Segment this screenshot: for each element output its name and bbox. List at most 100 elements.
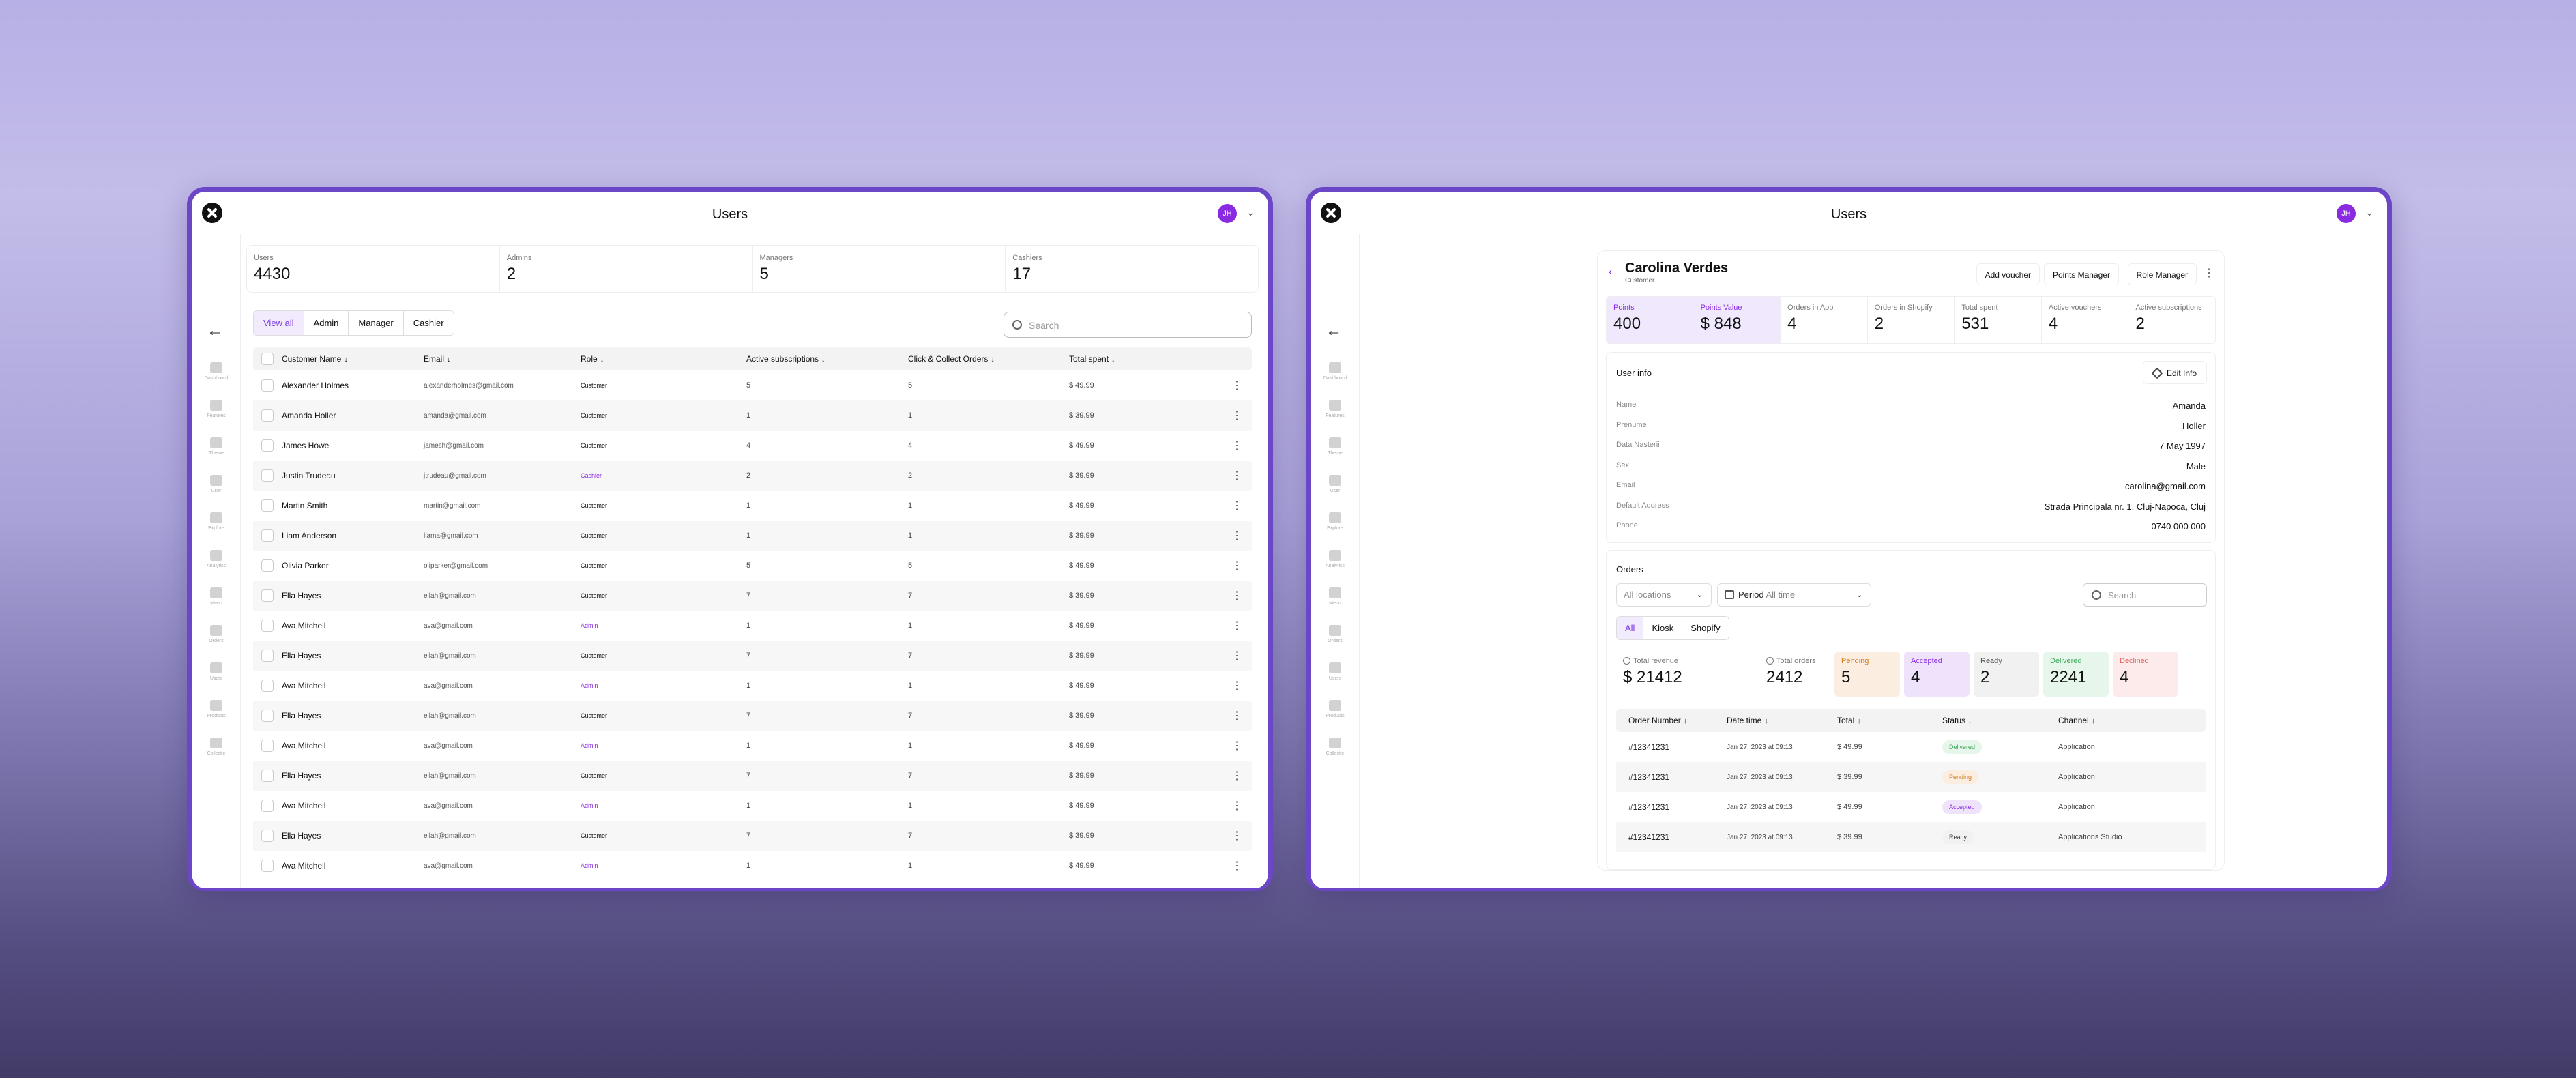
col-date-time[interactable]: Date time ↓ bbox=[1727, 716, 1837, 725]
more-vertical-icon[interactable]: ⋮ bbox=[1231, 379, 1242, 392]
more-vertical-icon[interactable]: ⋮ bbox=[1231, 739, 1242, 753]
row-checkbox[interactable] bbox=[261, 680, 274, 692]
sidebar-item-products[interactable]: Products bbox=[1315, 700, 1356, 718]
col-email[interactable]: Email ↓ bbox=[424, 354, 581, 364]
period-select[interactable]: Period All time ⌄ bbox=[1717, 583, 1871, 607]
row-checkbox[interactable] bbox=[261, 499, 274, 512]
sidebar-item-orders[interactable]: Orders bbox=[1315, 625, 1356, 643]
table-row[interactable]: Ava Mitchell ava@gmail.com Admin 1 1 $ 49.99 ⋮ bbox=[253, 791, 1252, 821]
more-vertical-icon[interactable]: ⋮ bbox=[1231, 709, 1242, 723]
sidebar-item-dashboard[interactable]: Dashboard bbox=[1315, 362, 1356, 381]
tab-cashier[interactable]: Cashier bbox=[404, 311, 454, 335]
more-vertical-icon[interactable]: ⋮ bbox=[1231, 619, 1242, 632]
back-arrow-icon[interactable]: ← bbox=[207, 321, 223, 340]
tab-all[interactable]: All bbox=[1617, 617, 1644, 639]
col-order-number[interactable]: Order Number ↓ bbox=[1616, 716, 1727, 725]
sidebar-item-user[interactable]: User bbox=[1315, 475, 1356, 493]
order-row[interactable]: #12341231 Jan 27, 2023 at 09:13 $ 49.99 Acc… bbox=[1616, 792, 2206, 822]
edit-info-button[interactable]: Edit Info bbox=[2142, 361, 2207, 384]
row-checkbox[interactable] bbox=[261, 830, 274, 842]
more-vertical-icon[interactable]: ⋮ bbox=[1231, 409, 1242, 422]
chevron-down-icon[interactable]: ⌄ bbox=[1246, 207, 1255, 218]
tab-manager[interactable]: Manager bbox=[349, 311, 404, 335]
col-total-spent[interactable]: Total spent ↓ bbox=[1069, 354, 1205, 364]
more-vertical-icon[interactable]: ⋮ bbox=[1231, 439, 1242, 452]
more-vertical-icon[interactable]: ⋮ bbox=[1231, 589, 1242, 602]
row-checkbox[interactable] bbox=[261, 800, 274, 812]
col-active-subscriptions[interactable]: Active subscriptions ↓ bbox=[746, 354, 908, 364]
sidebar-item-user[interactable]: User bbox=[196, 475, 237, 493]
row-checkbox[interactable] bbox=[261, 529, 274, 542]
more-vertical-icon[interactable]: ⋮ bbox=[1231, 499, 1242, 512]
back-chevron-icon[interactable]: ‹ bbox=[1609, 266, 1612, 278]
col-role[interactable]: Role ↓ bbox=[581, 354, 746, 364]
sidebar-item-dashboard[interactable]: Dashboard bbox=[196, 362, 237, 381]
chevron-down-icon[interactable]: ⌄ bbox=[2365, 207, 2373, 218]
more-vertical-icon[interactable]: ⋮ bbox=[1231, 859, 1242, 873]
row-checkbox[interactable] bbox=[261, 439, 274, 452]
table-row[interactable]: Martin Smith martin@gmail.com Customer 1 1 $ … bbox=[253, 491, 1252, 521]
table-row[interactable]: Amanda Holler amanda@gmail.com Customer 1 1 $… bbox=[253, 400, 1252, 431]
row-checkbox[interactable] bbox=[261, 409, 274, 422]
more-vertical-icon[interactable]: ⋮ bbox=[1231, 679, 1242, 693]
table-row[interactable]: Ella Hayes ellah@gmail.com Customer 7 7 $ 39.… bbox=[253, 821, 1252, 851]
row-checkbox[interactable] bbox=[261, 650, 274, 662]
table-row[interactable]: Olivia Parker oliparker@gmail.com Customer… bbox=[253, 551, 1252, 581]
sidebar-item-orders[interactable]: Orders bbox=[196, 625, 237, 643]
table-row[interactable]: Ava Mitchell ava@gmail.com Admin 1 1 $ 49.99 ⋮ bbox=[253, 671, 1252, 701]
table-row[interactable]: Ava Mitchell ava@gmail.com Admin 1 1 $ 49.99 ⋮ bbox=[253, 611, 1252, 641]
sidebar-item-features[interactable]: Features bbox=[196, 400, 237, 418]
more-vertical-icon[interactable]: ⋮ bbox=[1231, 799, 1242, 813]
more-vertical-icon[interactable]: ⋮ bbox=[1231, 559, 1242, 572]
row-checkbox[interactable] bbox=[261, 740, 274, 752]
more-vertical-icon[interactable]: ⋮ bbox=[2204, 266, 2214, 280]
sidebar-item-products[interactable]: Products bbox=[196, 700, 237, 718]
tab-kiosk[interactable]: Kiosk bbox=[1643, 617, 1683, 639]
table-row[interactable]: Ella Hayes ellah@gmail.com Customer 7 7 $ 39.… bbox=[253, 641, 1252, 671]
order-row[interactable]: #12341231 Jan 27, 2023 at 09:13 $ 39.99 Rea… bbox=[1616, 822, 2206, 852]
table-row[interactable]: Alexander Holmes alexanderholmes@gmail.co… bbox=[253, 370, 1252, 400]
more-vertical-icon[interactable]: ⋮ bbox=[1231, 529, 1242, 542]
row-checkbox[interactable] bbox=[261, 559, 274, 572]
points-manager-button[interactable]: Points Manager bbox=[2043, 263, 2119, 285]
col-click-collect[interactable]: Click & Collect Orders ↓ bbox=[908, 354, 1069, 364]
tab-admin[interactable]: Admin bbox=[304, 311, 349, 335]
table-row[interactable]: Justin Trudeau jtrudeau@gmail.com Cashier 2… bbox=[253, 461, 1252, 491]
more-vertical-icon[interactable]: ⋮ bbox=[1231, 829, 1242, 843]
orders-search-input[interactable]: Search bbox=[2083, 583, 2207, 607]
sidebar-item-explore[interactable]: Explore bbox=[196, 512, 237, 531]
sidebar-item-theme[interactable]: Theme bbox=[196, 437, 237, 456]
sidebar-item-theme[interactable]: Theme bbox=[1315, 437, 1356, 456]
row-checkbox[interactable] bbox=[261, 379, 274, 392]
table-row[interactable]: Ella Hayes ellah@gmail.com Customer 7 7 $ 39.… bbox=[253, 701, 1252, 731]
table-row[interactable]: Liam Anderson liama@gmail.com Customer 1 1 $ … bbox=[253, 521, 1252, 551]
row-checkbox[interactable] bbox=[261, 620, 274, 632]
col-channel[interactable]: Channel ↓ bbox=[2058, 716, 2095, 725]
location-select[interactable]: All locations ⌄ bbox=[1616, 583, 1712, 607]
order-row[interactable]: #12341231 Jan 27, 2023 at 09:13 $ 49.99 Del… bbox=[1616, 732, 2206, 762]
sidebar-item-analytics[interactable]: Analytics bbox=[1315, 550, 1356, 568]
row-checkbox[interactable] bbox=[261, 860, 274, 872]
col-total[interactable]: Total ↓ bbox=[1837, 716, 1942, 725]
row-checkbox[interactable] bbox=[261, 770, 274, 782]
table-row[interactable]: James Howe jamesh@gmail.com Customer 4 4 $ 49… bbox=[253, 431, 1252, 461]
avatar[interactable]: JH bbox=[1218, 204, 1237, 223]
table-row[interactable]: Ella Hayes ellah@gmail.com Customer 7 7 $ 39.… bbox=[253, 581, 1252, 611]
tab-shopify[interactable]: Shopify bbox=[1682, 617, 1728, 639]
col-status[interactable]: Status ↓ bbox=[1942, 716, 2058, 725]
row-checkbox[interactable] bbox=[261, 589, 274, 602]
search-input[interactable]: Search bbox=[1004, 312, 1252, 338]
tab-view-all[interactable]: View all bbox=[254, 311, 304, 335]
col-customer-name[interactable]: Customer Name ↓ bbox=[282, 354, 424, 364]
more-vertical-icon[interactable]: ⋮ bbox=[1231, 769, 1242, 783]
row-checkbox[interactable] bbox=[261, 710, 274, 722]
back-arrow-icon[interactable]: ← bbox=[1326, 321, 1342, 340]
sidebar-item-explore[interactable]: Explore bbox=[1315, 512, 1356, 531]
more-vertical-icon[interactable]: ⋮ bbox=[1231, 469, 1242, 482]
more-vertical-icon[interactable]: ⋮ bbox=[1231, 649, 1242, 662]
table-row[interactable]: Ava Mitchell ava@gmail.com Admin 1 1 $ 49.99 ⋮ bbox=[253, 731, 1252, 761]
sidebar-item-collectie[interactable]: Collectie bbox=[1315, 738, 1356, 756]
sidebar-item-menu[interactable]: Menu bbox=[196, 587, 237, 606]
sidebar-item-menu[interactable]: Menu bbox=[1315, 587, 1356, 606]
sidebar-item-users[interactable]: Users bbox=[196, 662, 237, 681]
